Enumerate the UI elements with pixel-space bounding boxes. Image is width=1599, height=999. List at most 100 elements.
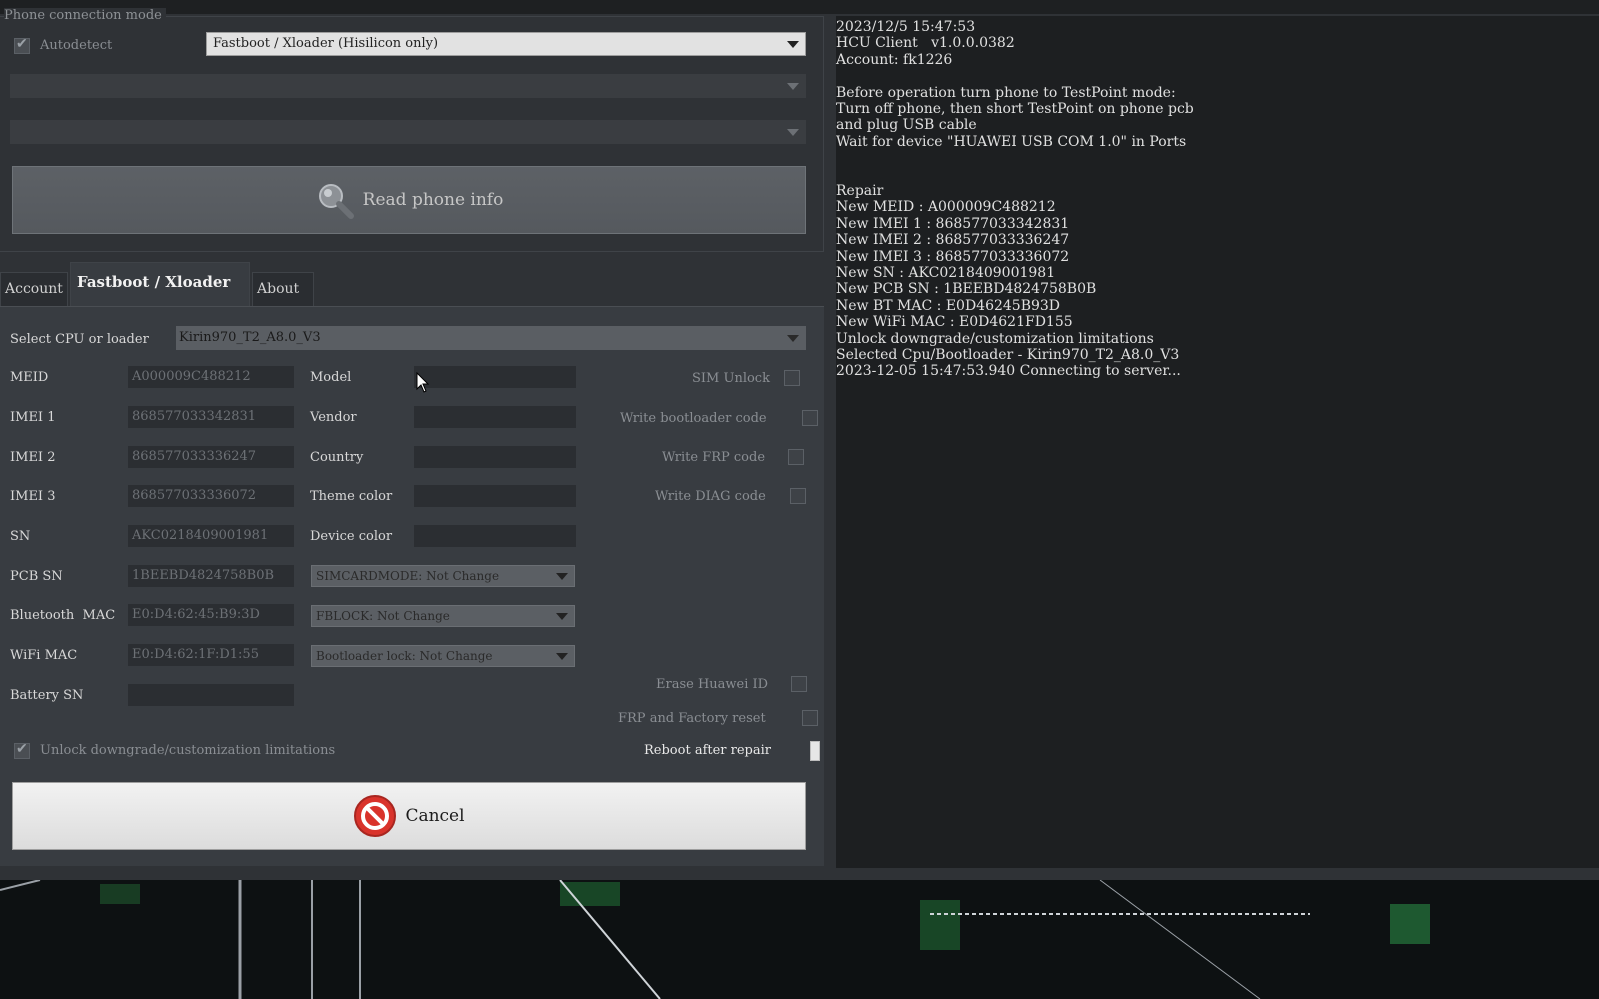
wifi-mac-field[interactable]: E0:D4:62:1F:D1:55 [128, 644, 294, 666]
port-select[interactable] [10, 74, 806, 98]
theme-color-field[interactable] [414, 485, 576, 507]
fblock-value: FBLOCK: Not Change [316, 609, 450, 623]
device-color-field[interactable] [414, 525, 576, 547]
log-line: New WiFi MAC : E0D4621FD155 [836, 314, 1073, 331]
log-output[interactable]: 2023/12/5 15:47:53 HCU Client v1.0.0.0382… [836, 16, 1599, 868]
erase-huawei-id-label: Erase Huawei ID [656, 677, 769, 692]
pcb-sn-field[interactable]: 1BEEBD4824758B0B [128, 565, 294, 587]
cancel-button-label: Cancel [405, 806, 465, 826]
read-phone-info-button[interactable]: Read phone info [12, 166, 806, 234]
imei2-field[interactable]: 868577033336247 [128, 446, 294, 468]
reboot-after-repair-label: Reboot after repair [644, 743, 771, 758]
imei2-label: IMEI 2 [10, 450, 56, 465]
model-label: Model [310, 370, 352, 385]
tab-about[interactable]: About [252, 272, 314, 308]
log-line: New SN : AKC0218409001981 [836, 265, 1056, 282]
sim-unlock-label: SIM Unlock [692, 371, 770, 386]
wifi-mac-label: WiFi MAC [10, 648, 78, 663]
vendor-field[interactable] [414, 406, 576, 428]
device-color-label: Device color [310, 529, 393, 544]
unlock-downgrade-label: Unlock downgrade/customization limitatio… [40, 743, 336, 758]
simcardmode-select[interactable]: SIMCARDMODE: Not Change [311, 565, 575, 587]
connection-group-title: Phone connection mode [4, 8, 166, 23]
country-field[interactable] [414, 446, 576, 468]
meid-field[interactable]: A000009C488212 [128, 366, 294, 388]
autodetect-checkbox[interactable] [14, 36, 30, 54]
chevron-down-icon [556, 653, 568, 660]
reboot-after-repair-checkbox[interactable] [810, 741, 820, 761]
theme-color-label: Theme color [310, 489, 393, 504]
vendor-label: Vendor [310, 410, 357, 425]
cancel-icon [354, 795, 397, 837]
model-field[interactable] [414, 366, 576, 388]
imei3-field[interactable]: 868577033336072 [128, 485, 294, 507]
sn-field[interactable]: AKC0218409001981 [128, 525, 294, 547]
tab-fastboot-xloader[interactable]: Fastboot / Xloader [70, 262, 250, 308]
erase-huawei-id-checkbox[interactable] [791, 676, 807, 692]
imei1-field[interactable]: 868577033342831 [128, 406, 294, 428]
autodetect-label: Autodetect [40, 38, 113, 53]
log-line: Wait for device "HUAWEI USB COM 1.0" in … [836, 133, 1187, 150]
log-line: New IMEI 1 : 868577033342831 [836, 215, 1070, 232]
write-bootloader-label: Write bootloader code [620, 411, 767, 426]
write-diag-checkbox[interactable] [790, 488, 806, 504]
log-line: Account: fk1226 [836, 51, 953, 68]
chevron-down-icon [556, 613, 568, 620]
write-diag-label: Write DIAG code [655, 489, 766, 504]
write-frp-label: Write FRP code [662, 450, 766, 465]
bootloader-lock-select[interactable]: Bootloader lock: Not Change [311, 645, 575, 667]
imei1-label: IMEI 1 [10, 410, 56, 425]
device-select[interactable] [10, 120, 806, 144]
log-line: New IMEI 2 : 868577033336247 [836, 232, 1070, 249]
country-label: Country [310, 450, 364, 465]
log-line: HCU Client v1.0.0.0382 [836, 35, 1015, 52]
bootloader-lock-value: Bootloader lock: Not Change [316, 649, 493, 663]
cancel-button[interactable]: Cancel [12, 782, 806, 850]
tab-account[interactable]: Account [0, 272, 68, 308]
log-line: Before operation turn phone to TestPoint… [836, 84, 1176, 101]
imei3-label: IMEI 3 [10, 489, 56, 504]
mouse-cursor-icon [416, 372, 430, 393]
chevron-down-icon [787, 83, 799, 90]
frp-factory-reset-checkbox[interactable] [802, 710, 818, 726]
cpu-loader-select[interactable]: Kirin970_T2_A8.0_V3 [176, 326, 806, 350]
bluetooth-mac-label: Bluetooth MAC [10, 608, 116, 623]
log-line: Turn off phone, then short TestPoint on … [836, 101, 1194, 118]
log-line: 2023/12/5 15:47:53 [836, 19, 976, 35]
battery-sn-label: Battery SN [10, 688, 84, 703]
chevron-down-icon [556, 573, 568, 580]
cpu-loader-value: Kirin970_T2_A8.0_V3 [179, 330, 321, 345]
fblock-select[interactable]: FBLOCK: Not Change [311, 605, 575, 627]
sim-unlock-checkbox[interactable] [784, 370, 800, 386]
log-line: New MEID : A000009C488212 [836, 199, 1056, 216]
unlock-downgrade-checkbox[interactable] [14, 741, 30, 759]
simcardmode-value: SIMCARDMODE: Not Change [316, 569, 500, 583]
connection-mode-select[interactable]: Fastboot / Xloader (Hisilicon only) [206, 32, 806, 56]
cpu-select-label: Select CPU or loader [10, 332, 149, 347]
log-line: Selected Cpu/Bootloader - Kirin970_T2_A8… [836, 347, 1180, 364]
chevron-down-icon [787, 129, 799, 136]
log-line: New IMEI 3 : 868577033336072 [836, 248, 1070, 265]
read-phone-info-label: Read phone info [362, 190, 504, 210]
chevron-down-icon [787, 41, 799, 48]
app-window: Phone connection mode Autodetect Fastboo… [0, 0, 1599, 880]
magnifier-icon [318, 184, 354, 219]
title-strip [0, 0, 1599, 14]
desktop-background [0, 880, 1599, 999]
tab-fastboot-label: Fastboot / Xloader [77, 273, 231, 291]
bluetooth-mac-field[interactable]: E0:D4:62:45:B9:3D [128, 604, 294, 626]
log-line: and plug USB cable [836, 117, 977, 134]
chevron-down-icon [787, 335, 799, 342]
sn-label: SN [10, 529, 31, 544]
write-bootloader-checkbox[interactable] [802, 410, 818, 426]
log-line: New BT MAC : E0D46245B93D [836, 297, 1061, 314]
background-graphic [0, 880, 1430, 999]
log-line: Unlock downgrade/customization limitatio… [836, 330, 1154, 347]
connection-mode-value: Fastboot / Xloader (Hisilicon only) [213, 36, 439, 51]
write-frp-checkbox[interactable] [788, 449, 804, 465]
log-line: 2023-12-05 15:47:53.940 Connecting to se… [836, 363, 1181, 380]
battery-sn-field[interactable] [128, 684, 294, 706]
tab-account-label: Account [5, 281, 63, 297]
